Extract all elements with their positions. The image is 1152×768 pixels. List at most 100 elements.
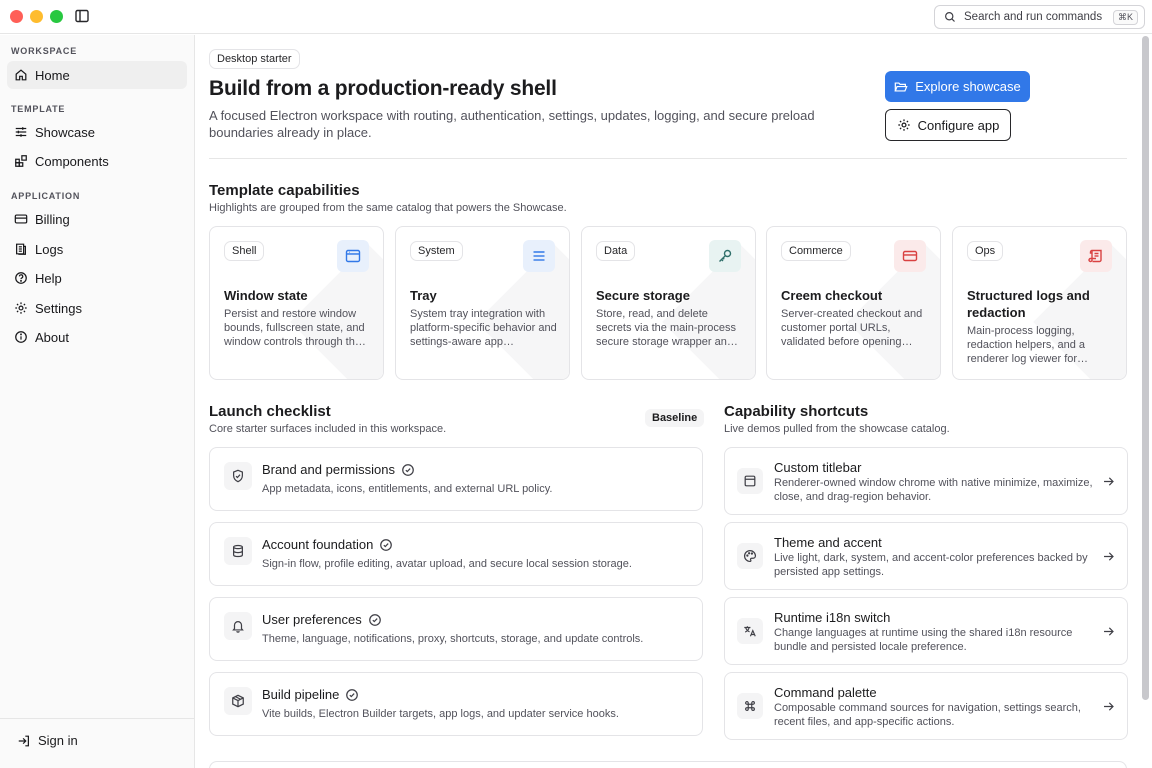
palette-icon — [737, 543, 763, 569]
sidebar-item-label: About — [35, 329, 69, 345]
sidebar-item-about[interactable]: About — [7, 323, 187, 351]
sidebar-item-showcase[interactable]: Showcase — [7, 118, 187, 146]
shortcut-description: Composable command sources for navigatio… — [774, 702, 1081, 728]
section-label-template: TEMPLATE — [11, 104, 66, 114]
sidebar-item-label: Showcase — [35, 124, 95, 140]
capability-title: Creem checkout — [781, 288, 883, 303]
checklist-subtitle: Core starter surfaces included in this w… — [209, 423, 447, 435]
sidebar-footer: Sign in — [0, 718, 194, 768]
divider — [209, 158, 1127, 159]
sidebar-item-settings[interactable]: Settings — [7, 294, 187, 322]
check-circle-icon — [368, 613, 381, 626]
capability-card-secure-storage[interactable]: Data Secure storage Store, read, and del… — [581, 226, 756, 380]
capability-title: Secure storage — [596, 288, 690, 303]
log-in-icon — [18, 735, 29, 746]
close-window-button[interactable] — [10, 10, 23, 23]
checklist-item-description: Theme, language, notifications, proxy, s… — [262, 633, 644, 645]
search-placeholder: Search and run commands — [964, 11, 1103, 23]
next-section-card — [209, 761, 1127, 768]
package-icon — [224, 687, 252, 715]
checklist-item-title: Account foundation — [262, 537, 393, 552]
scroll-icon — [1080, 240, 1112, 272]
checklist-item-build[interactable]: Build pipeline Vite builds, Electron Bui… — [209, 672, 703, 736]
checklist-item-preferences[interactable]: User preferences Theme, language, notifi… — [209, 597, 703, 661]
capability-card-creem-checkout[interactable]: Commerce Creem checkout Server-created c… — [766, 226, 941, 380]
sidebar-item-components[interactable]: Components — [7, 147, 187, 175]
checklist-item-title-text: Account foundation — [262, 537, 374, 552]
shortcut-description: Change languages at runtime using the sh… — [774, 627, 1073, 653]
checklist-item-brand[interactable]: Brand and permissions App metadata, icon… — [209, 447, 703, 511]
database-icon — [224, 537, 252, 565]
titlebar: Search and run commands ⌘K — [0, 0, 1152, 34]
capability-tag: Shell — [224, 241, 265, 261]
checklist-item-title-text: Build pipeline — [262, 687, 340, 702]
arrow-right-icon — [1104, 702, 1114, 711]
sign-in-button[interactable]: Sign in — [17, 733, 78, 748]
checklist-title: Launch checklist — [209, 403, 331, 420]
shield-icon — [224, 462, 252, 490]
check-circle-icon — [346, 688, 359, 701]
shortcut-runtime-i18n[interactable]: Runtime i18n switch Change languages at … — [724, 597, 1128, 665]
command-search[interactable]: Search and run commands ⌘K — [934, 5, 1145, 29]
blocks-icon — [15, 155, 27, 167]
capability-title: Tray — [410, 288, 437, 303]
info-icon — [15, 331, 27, 343]
sidebar-item-help[interactable]: Help — [7, 264, 187, 292]
sidebar-item-label: Billing — [35, 211, 70, 227]
sidebar-item-label: Home — [35, 67, 70, 83]
capability-card-structured-logs[interactable]: Ops Structured logs and redaction Main-p… — [952, 226, 1127, 380]
main-content: Desktop starter Build from a production-… — [195, 35, 1140, 768]
sidebar-item-home[interactable]: Home — [7, 61, 187, 89]
maximize-window-button[interactable] — [50, 10, 63, 23]
logs-icon — [16, 243, 26, 255]
configure-app-label: Configure app — [917, 117, 1000, 133]
capability-card-window-state[interactable]: Shell Window state Persist and restore w… — [209, 226, 384, 380]
shortcuts-title: Capability shortcuts — [724, 403, 869, 420]
checklist-item-description: Sign-in flow, profile editing, avatar up… — [262, 558, 632, 570]
capability-tag: Data — [596, 241, 636, 261]
arrow-right-icon — [1104, 552, 1114, 561]
command-icon — [737, 693, 763, 719]
sidebar-item-logs[interactable]: Logs — [7, 235, 187, 263]
capability-title: Structured logs and redaction — [967, 288, 1090, 320]
shortcuts-subtitle: Live demos pulled from the showcase cata… — [724, 423, 950, 435]
shortcut-description: Live light, dark, system, and accent-col… — [774, 552, 1088, 578]
checklist-item-account[interactable]: Account foundation Sign-in flow, profile… — [209, 522, 703, 586]
menu-lines-icon — [523, 240, 555, 272]
sidebar-toggle-icon[interactable] — [74, 8, 90, 24]
hero-chip: Desktop starter — [209, 49, 300, 69]
shortcut-custom-titlebar[interactable]: Custom titlebar Renderer-owned window ch… — [724, 447, 1128, 515]
check-circle-icon — [402, 463, 414, 476]
capability-tag: System — [410, 241, 463, 261]
capability-card-tray[interactable]: System Tray System tray integration with… — [395, 226, 570, 380]
shortcut-description: Renderer-owned window chrome with native… — [774, 477, 1093, 503]
sliders-icon — [15, 127, 27, 137]
shortcut-title: Command palette — [774, 685, 877, 700]
checklist-item-description: Vite builds, Electron Builder targets, a… — [262, 708, 619, 720]
scrollbar[interactable] — [1142, 36, 1149, 700]
key-icon — [709, 240, 741, 272]
capability-tag: Ops — [967, 241, 1004, 261]
capability-title: Window state — [224, 288, 308, 303]
home-icon — [15, 69, 27, 81]
configure-app-button[interactable]: Configure app — [885, 109, 1011, 141]
explore-showcase-button[interactable]: Explore showcase — [885, 71, 1030, 102]
folder-open-icon — [894, 81, 908, 92]
minimize-window-button[interactable] — [30, 10, 43, 23]
shortcut-theme-accent[interactable]: Theme and accent Live light, dark, syste… — [724, 522, 1128, 590]
checklist-item-title: Brand and permissions — [262, 462, 415, 477]
check-circle-icon — [380, 538, 393, 551]
arrow-right-icon — [1104, 627, 1114, 636]
sidebar-item-billing[interactable]: Billing — [7, 205, 187, 233]
explore-showcase-label: Explore showcase — [915, 79, 1021, 94]
capabilities-subtitle: Highlights are grouped from the same cat… — [209, 202, 567, 214]
sidebar-item-label: Help — [35, 270, 62, 286]
sidebar-item-label: Logs — [35, 241, 64, 257]
shortcut-hint: ⌘K — [1112, 9, 1138, 25]
shortcut-command-palette[interactable]: Command palette Composable command sourc… — [724, 672, 1128, 740]
section-label-application: APPLICATION — [11, 191, 81, 201]
sidebar-item-label: Settings — [35, 300, 82, 316]
sidebar-item-label: Components — [35, 153, 109, 169]
checklist-item-description: App metadata, icons, entitlements, and e… — [262, 483, 553, 495]
capability-description: Store, read, and delete secrets via the … — [596, 308, 738, 348]
